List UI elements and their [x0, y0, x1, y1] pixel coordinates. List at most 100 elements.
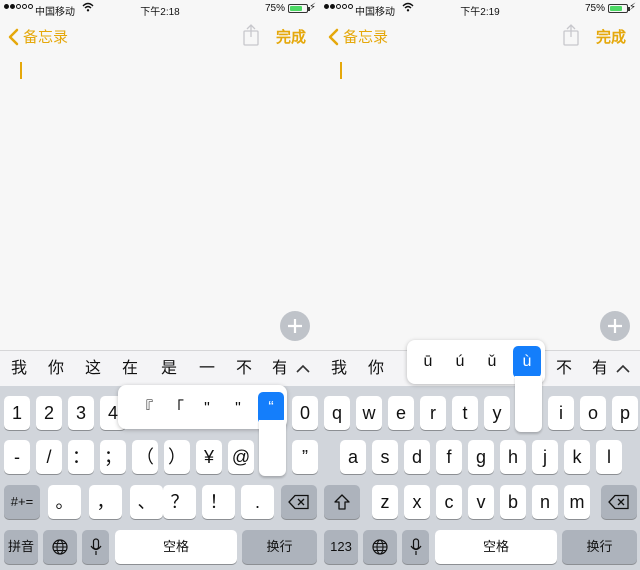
key[interactable]: ！	[202, 485, 235, 519]
key[interactable]: 2	[36, 396, 62, 430]
key[interactable]: h	[500, 440, 526, 474]
key[interactable]: ¥	[196, 440, 222, 474]
key[interactable]: m	[564, 485, 590, 519]
add-button[interactable]	[600, 311, 630, 341]
key[interactable]: y	[484, 396, 510, 430]
return-key[interactable]: 换行	[242, 530, 317, 564]
symbols-toggle-key[interactable]: #+=	[4, 485, 40, 519]
key[interactable]: @	[228, 440, 254, 474]
chevron-up-icon	[616, 364, 630, 373]
key[interactable]: p	[612, 396, 638, 430]
dictation-key[interactable]	[402, 530, 429, 564]
key[interactable]: i	[548, 396, 574, 430]
key[interactable]: .	[241, 485, 274, 519]
key[interactable]: ；	[100, 440, 126, 474]
variant-option-selected[interactable]: ù	[513, 346, 541, 378]
candidate[interactable]: 你	[44, 351, 68, 387]
key[interactable]: x	[404, 485, 430, 519]
space-key[interactable]: 空格	[115, 530, 237, 564]
done-button[interactable]: 完成	[276, 26, 306, 47]
share-icon[interactable]	[562, 24, 580, 51]
key[interactable]: a	[340, 440, 366, 474]
key[interactable]: ，	[89, 485, 122, 519]
battery-percent: 75%	[264, 3, 285, 14]
key[interactable]: n	[532, 485, 558, 519]
pressed-key-stem	[259, 420, 286, 476]
done-button[interactable]: 完成	[596, 26, 626, 47]
key[interactable]: ？	[163, 485, 196, 519]
delete-key[interactable]	[281, 485, 317, 519]
candidate[interactable]: 在	[118, 351, 142, 387]
expand-candidates-button[interactable]	[286, 351, 320, 387]
key[interactable]: k	[564, 440, 590, 474]
candidate-bar: 我 你 这 在 是 一 不 有	[0, 350, 320, 387]
key[interactable]: 、	[130, 485, 163, 519]
key[interactable]: v	[468, 485, 494, 519]
variant-option[interactable]: ú	[449, 348, 471, 376]
key[interactable]: c	[436, 485, 462, 519]
space-key[interactable]: 空格	[435, 530, 557, 564]
candidate[interactable]: 是	[157, 351, 181, 387]
key[interactable]: o	[580, 396, 606, 430]
key[interactable]: 。	[48, 485, 81, 519]
delete-key[interactable]	[601, 485, 637, 519]
key[interactable]: f	[436, 440, 462, 474]
globe-icon	[372, 539, 388, 555]
candidate[interactable]: 我	[7, 351, 31, 387]
key[interactable]: 0	[292, 396, 318, 430]
share-icon[interactable]	[242, 24, 260, 51]
key[interactable]: -	[4, 440, 30, 474]
globe-key[interactable]	[43, 530, 77, 564]
key[interactable]: t	[452, 396, 478, 430]
candidate[interactable]: 我	[327, 351, 351, 387]
battery-icon	[608, 4, 630, 13]
key[interactable]: ”	[292, 440, 318, 474]
candidate[interactable]: 不	[232, 351, 256, 387]
variant-option[interactable]: ǔ	[481, 348, 503, 376]
globe-key[interactable]	[363, 530, 397, 564]
key[interactable]: 1	[4, 396, 30, 430]
key[interactable]: q	[324, 396, 350, 430]
globe-icon	[52, 539, 68, 555]
return-key[interactable]: 换行	[562, 530, 637, 564]
input-method-key[interactable]: 拼音	[4, 530, 38, 564]
shift-key[interactable]	[324, 485, 360, 519]
key[interactable]: b	[500, 485, 526, 519]
back-button[interactable]: 备忘录	[8, 26, 68, 47]
variant-option[interactable]: "	[196, 395, 218, 423]
back-button[interactable]: 备忘录	[328, 26, 388, 47]
key[interactable]: e	[388, 396, 414, 430]
key[interactable]: ）	[164, 440, 190, 474]
variant-option[interactable]: ū	[417, 348, 439, 376]
variant-option[interactable]: 「	[165, 395, 187, 423]
variant-option[interactable]: "	[227, 395, 249, 423]
key[interactable]: /	[36, 440, 62, 474]
key[interactable]: j	[532, 440, 558, 474]
pressed-key-stem	[515, 376, 542, 432]
candidate[interactable]: 一	[195, 351, 219, 387]
key[interactable]: g	[468, 440, 494, 474]
candidate[interactable]: 这	[81, 351, 105, 387]
key[interactable]: r	[420, 396, 446, 430]
key[interactable]: d	[404, 440, 430, 474]
screenshot-pair: 中国移动 下午2:18 75% ⚡ 备忘录 完成 我 你 这 在 是 一 不 有…	[0, 0, 640, 570]
dictation-key[interactable]	[82, 530, 109, 564]
key[interactable]: ：	[68, 440, 94, 474]
nav-bar: 备忘录 完成	[0, 18, 320, 54]
plus-icon	[608, 319, 622, 333]
key[interactable]: w	[356, 396, 382, 430]
candidate[interactable]: 你	[364, 351, 388, 387]
numbers-toggle-key[interactable]: 123	[324, 530, 358, 564]
status-bar: 中国移动 下午2:19 75% ⚡	[320, 0, 640, 18]
candidate[interactable]: 不	[552, 351, 576, 387]
key[interactable]: l	[596, 440, 622, 474]
key[interactable]: z	[372, 485, 398, 519]
key[interactable]: （	[132, 440, 158, 474]
plus-icon	[288, 319, 302, 333]
keyboard: q w e r t y i o p a s d f g h j k l z x …	[320, 386, 640, 570]
key[interactable]: 3	[68, 396, 94, 430]
variant-option[interactable]: 『	[134, 395, 156, 423]
add-button[interactable]	[280, 311, 310, 341]
key[interactable]: s	[372, 440, 398, 474]
expand-candidates-button[interactable]	[606, 351, 640, 387]
